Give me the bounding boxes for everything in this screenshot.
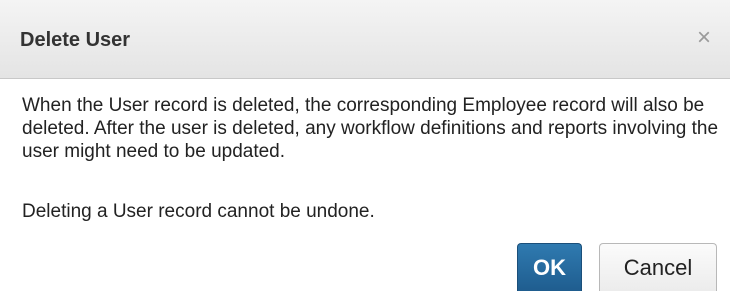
cancel-button[interactable]: Cancel <box>599 243 717 291</box>
dialog-titlebar: Delete User × <box>0 0 730 79</box>
ok-button[interactable]: OK <box>517 243 582 291</box>
close-icon[interactable]: × <box>692 24 716 52</box>
delete-user-dialog: Delete User × When the User record is de… <box>0 0 730 291</box>
dialog-message: When the User record is deleted, the cor… <box>22 95 719 162</box>
dialog-note: Deleting a User record cannot be undone. <box>22 201 375 222</box>
dialog-title: Delete User <box>20 29 131 51</box>
